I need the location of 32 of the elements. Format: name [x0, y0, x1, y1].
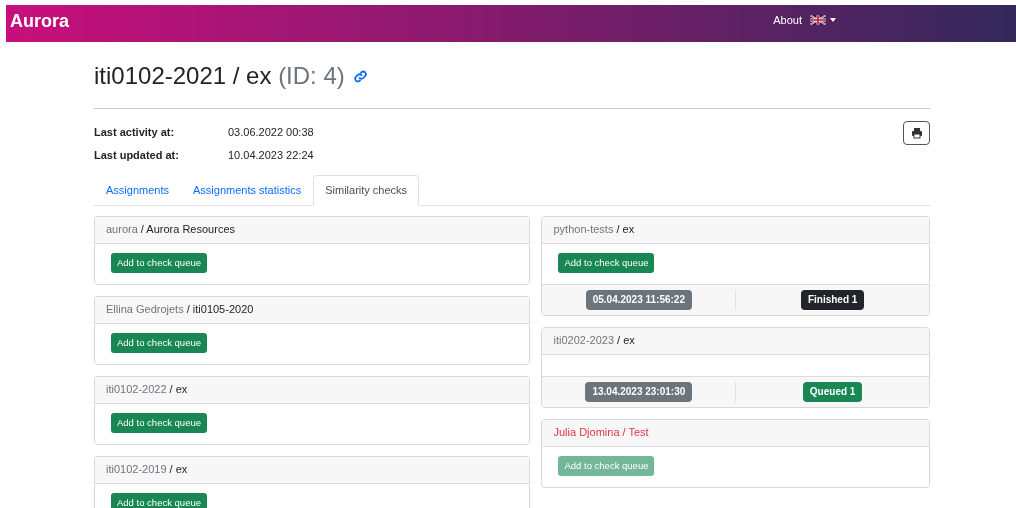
- info-value: 03.06.2022 00:38: [228, 125, 314, 141]
- card-title: Julia Djomina / Test: [553, 425, 649, 441]
- printer-icon: [910, 127, 923, 139]
- tab[interactable]: Assignments: [94, 175, 181, 206]
- card-title: python-tests / ex: [553, 222, 635, 238]
- info-label: Last activity at:: [94, 125, 176, 141]
- time-badge: 13.04.2023 23:01:30: [585, 381, 693, 402]
- caret-icon: [830, 18, 836, 23]
- status-badge: Finished 1: [800, 289, 865, 310]
- card-title: iti0102-2019 / ex: [106, 462, 188, 478]
- add-to-queue-button[interactable]: Add to check queue: [111, 492, 207, 508]
- add-to-queue-button[interactable]: Add to check queue: [111, 332, 207, 353]
- tab[interactable]: Assignments statistics: [181, 175, 314, 206]
- info-label: Last updated at:: [94, 148, 180, 164]
- add-to-queue-button[interactable]: Add to check queue: [558, 252, 655, 273]
- nav-link[interactable]: About: [773, 12, 802, 29]
- card-title: iti0202-2023 / ex: [553, 333, 635, 349]
- card-title: Ellina Gedrojets / iti0105-2020: [106, 302, 254, 318]
- language-dropdown[interactable]: [810, 15, 836, 26]
- page-title: iti0102-2021 / ex (ID: 4): [94, 61, 345, 91]
- link-icon[interactable]: [352, 68, 368, 84]
- time-badge: 05.04.2023 11:56:22: [585, 289, 692, 310]
- print-button[interactable]: [903, 121, 930, 145]
- status-badge: Queued 1: [802, 381, 863, 402]
- info-value: 10.04.2023 22:24: [228, 148, 314, 164]
- add-to-queue-button[interactable]: Add to check queue: [111, 412, 207, 433]
- flag-icon: [810, 15, 826, 26]
- card-title: aurora / Aurora Resources: [106, 222, 235, 238]
- tab[interactable]: Similarity checks: [313, 175, 420, 206]
- add-to-queue-button[interactable]: Add to check queue: [111, 252, 207, 273]
- brand-logo[interactable]: Aurora: [10, 8, 69, 35]
- card-title: iti0102-2022 / ex: [106, 382, 188, 398]
